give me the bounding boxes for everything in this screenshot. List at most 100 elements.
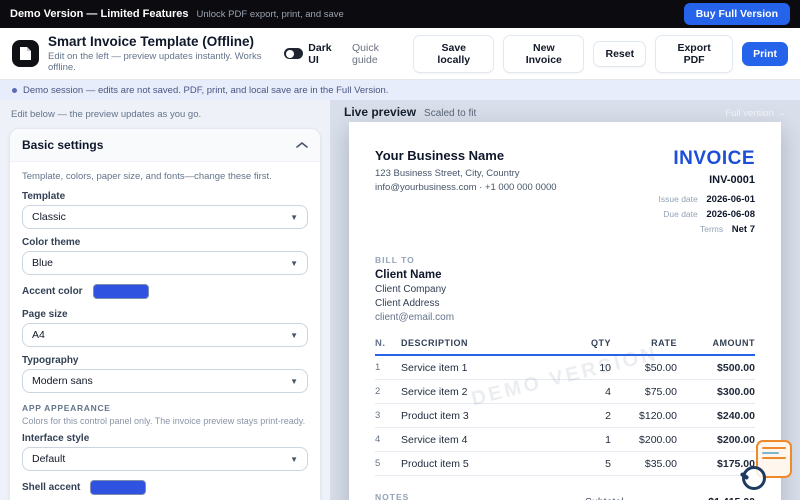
- row-description: Product item 5: [401, 457, 469, 470]
- app-header: Smart Invoice Template (Offline) Edit on…: [0, 28, 800, 80]
- accent-color-swatch[interactable]: [92, 284, 149, 299]
- document-icon: [20, 47, 31, 60]
- color-theme-label: Color theme: [22, 237, 81, 248]
- app-root: Demo Version — Limited Features Unlock P…: [0, 0, 800, 500]
- page-size-field: Page size A4 ▼: [22, 309, 308, 347]
- save-locally-button[interactable]: Save locally: [413, 34, 495, 73]
- basic-settings-description: Template, colors, paper size, and fonts—…: [22, 171, 272, 182]
- subtotal-label: Subtotal: [585, 496, 624, 500]
- col-rate: RATE: [651, 338, 677, 348]
- template-select[interactable]: Classic ▼: [22, 205, 308, 229]
- col-description: DESCRIPTION: [401, 338, 469, 348]
- row-number: 5: [375, 458, 381, 469]
- interface-style-label: Interface style: [22, 433, 90, 444]
- row-number: 3: [375, 410, 381, 421]
- app-logo: [12, 40, 39, 67]
- client-email: client@email.com: [375, 312, 455, 323]
- notice-dot-icon: [12, 87, 17, 93]
- col-qty: QTY: [590, 338, 611, 348]
- page-size-select-value: A4: [32, 329, 45, 341]
- row-amount: $240.00: [717, 409, 755, 422]
- table-row: 3 Product item 3 2 $120.00 $240.00: [375, 404, 755, 428]
- accent-color-field: Accent color: [22, 284, 308, 299]
- interface-style-select[interactable]: Default ▼: [22, 447, 308, 471]
- shell-accent-field: Shell accent: [22, 480, 308, 495]
- row-number: 2: [375, 386, 381, 397]
- typography-select-value: Modern sans: [32, 375, 93, 387]
- table-row: 5 Product item 5 5 $35.00 $175.00: [375, 452, 755, 476]
- main-split: Edit below — the preview updates as you …: [0, 100, 800, 500]
- table-header-row: N. DESCRIPTION QTY RATE AMOUNT: [375, 338, 755, 356]
- row-description: Product item 3: [401, 409, 469, 422]
- totals-block: Subtotal $1,415.00 Tax (10%) $141.50: [585, 492, 755, 500]
- page-size-select[interactable]: A4 ▼: [22, 323, 308, 347]
- dark-ui-toggle[interactable]: [284, 48, 304, 59]
- row-description: Service item 4: [401, 433, 468, 446]
- new-invoice-button[interactable]: New Invoice: [503, 34, 585, 73]
- app-title-block: Smart Invoice Template (Offline) Edit on…: [48, 34, 284, 73]
- chevron-down-icon: ▼: [290, 258, 298, 268]
- row-rate: $35.00: [644, 457, 677, 470]
- business-contact: info@yourbusiness.com · +1 000 000 0000: [375, 182, 557, 193]
- row-rate: $75.00: [644, 385, 677, 398]
- row-qty: 2: [605, 409, 611, 422]
- shell-accent-swatch[interactable]: [90, 480, 147, 495]
- template-label: Template: [22, 191, 66, 202]
- table-row: 2 Service item 2 4 $75.00 $300.00: [375, 380, 755, 404]
- row-qty: 5: [605, 457, 611, 470]
- invoice-paper: Your Business Name 123 Business Street, …: [349, 122, 781, 500]
- color-theme-select-value: Blue: [32, 257, 54, 269]
- header-actions: Dark UI Quick guide Save locally New Inv…: [284, 34, 789, 73]
- row-amount: $300.00: [717, 385, 755, 398]
- basic-settings-body: Template, colors, paper size, and fonts—…: [10, 162, 320, 500]
- color-theme-select[interactable]: Blue ▼: [22, 251, 308, 275]
- editor-panel: Edit below — the preview updates as you …: [0, 100, 330, 500]
- quick-guide-link[interactable]: Quick guide: [352, 42, 404, 66]
- basic-settings-card: Basic settings Template, colors, paper s…: [9, 128, 321, 500]
- notice-text: Demo session — edits are not saved. PDF,…: [23, 84, 389, 96]
- basic-settings-header[interactable]: Basic settings: [10, 129, 320, 162]
- business-block: Your Business Name 123 Business Street, …: [375, 148, 557, 237]
- due-date-label: Due date: [663, 209, 698, 219]
- print-button[interactable]: Print: [742, 41, 789, 66]
- preview-header: Live preview Scaled to fit Full version …: [330, 100, 800, 122]
- page-subtitle: Edit on the left — preview updates insta…: [48, 51, 262, 73]
- row-description: Service item 1: [401, 361, 468, 374]
- demo-version-subtext: Unlock PDF export, print, and save: [196, 8, 344, 20]
- preview-panel: Live preview Scaled to fit Full version …: [330, 100, 800, 500]
- chevron-up-icon: [296, 141, 308, 148]
- typography-field: Typography Modern sans ▼: [22, 355, 308, 393]
- demo-notice-bar: Demo session — edits are not saved. PDF,…: [0, 80, 800, 100]
- row-number: 1: [375, 362, 381, 373]
- reset-button[interactable]: Reset: [593, 40, 647, 67]
- interface-style-field: Interface style Default ▼: [22, 433, 308, 471]
- table-row: 4 Service item 4 1 $200.00 $200.00: [375, 428, 755, 452]
- row-rate: $120.00: [639, 409, 677, 422]
- full-version-link[interactable]: Full version →: [725, 108, 786, 119]
- chevron-down-icon: ▼: [290, 454, 298, 464]
- client-name: Client Name: [375, 269, 442, 281]
- issue-date-value: 2026-06-01: [706, 194, 755, 205]
- table-row: 1 Service item 1 10 $50.00 $500.00: [375, 356, 755, 380]
- export-pdf-button[interactable]: Export PDF: [655, 34, 734, 73]
- typography-select[interactable]: Modern sans ▼: [22, 369, 308, 393]
- accent-color-label: Accent color: [22, 286, 83, 297]
- page-title: Smart Invoice Template (Offline): [48, 34, 255, 49]
- col-n: N.: [375, 338, 386, 349]
- row-number: 4: [375, 434, 381, 445]
- client-company: Client Company: [375, 284, 447, 295]
- subtotal-row: Subtotal $1,415.00: [585, 492, 755, 500]
- row-rate: $50.00: [644, 361, 677, 374]
- invoice-table: N. DESCRIPTION QTY RATE AMOUNT 1 Service…: [375, 338, 755, 476]
- business-address: 123 Business Street, City, Country: [375, 168, 520, 179]
- scaled-to-fit-label: Scaled to fit: [424, 108, 477, 119]
- dark-ui-label: Dark UI: [308, 41, 332, 66]
- buy-full-version-button[interactable]: Buy Full Version: [683, 3, 790, 25]
- zoom-overlay-widget[interactable]: [739, 440, 792, 492]
- template-select-value: Classic: [32, 211, 66, 223]
- demo-topbar: Demo Version — Limited Features Unlock P…: [0, 0, 800, 28]
- bill-to-label: BILL TO: [375, 255, 415, 265]
- row-rate: $200.00: [639, 433, 677, 446]
- shell-accent-label: Shell accent: [22, 482, 81, 493]
- business-name: Your Business Name: [375, 148, 505, 163]
